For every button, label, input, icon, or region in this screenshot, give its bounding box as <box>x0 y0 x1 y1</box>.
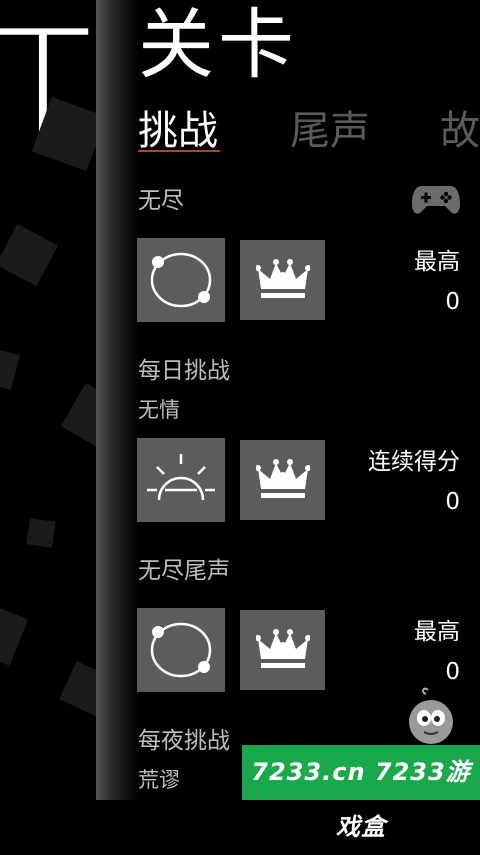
endless-epilogue-stat-value: 0 <box>445 659 460 685</box>
orbit-icon <box>150 252 212 308</box>
section-daily-sublabel: 无情 <box>138 398 180 422</box>
section-nightly-sublabel: 荒谬 <box>138 768 180 792</box>
crown-icon <box>255 259 310 298</box>
background-square <box>60 382 98 452</box>
section-endless-epilogue-label: 无尽尾声 <box>138 558 230 584</box>
background-square <box>0 223 59 287</box>
crown-icon <box>255 629 310 668</box>
tab-story[interactable]: 故 <box>440 104 480 158</box>
background-square <box>0 608 29 666</box>
active-tab-underline <box>138 150 220 152</box>
section-nightly-label: 每夜挑战 <box>138 728 230 754</box>
endless-epilogue-stat-label: 最高 <box>414 619 460 645</box>
endless-epilogue-play-button[interactable] <box>137 608 225 692</box>
endless-epilogue-leaderboard-button[interactable] <box>240 610 325 690</box>
crown-icon <box>255 459 310 498</box>
section-daily-label: 每日挑战 <box>138 358 230 384</box>
tab-challenge[interactable]: 挑战 <box>138 104 220 158</box>
background-panel: T <box>0 0 98 800</box>
tab-epilogue[interactable]: 尾声 <box>290 104 370 158</box>
section-endless-label: 无尽 <box>138 188 184 214</box>
endless-play-button[interactable] <box>137 238 225 322</box>
watermark-banner: 7233.cn 7233游戏盒 <box>242 745 480 841</box>
daily-leaderboard-button[interactable] <box>240 440 325 520</box>
background-square <box>0 345 21 391</box>
background-square <box>59 661 98 717</box>
background-square <box>26 518 56 548</box>
daily-challenge-button[interactable] <box>137 438 225 522</box>
daily-stat-label: 连续得分 <box>368 449 460 475</box>
orbit-icon <box>150 622 212 678</box>
panel-edge-shadow <box>96 0 140 800</box>
mascot-icon <box>406 686 456 746</box>
tab-label: 挑战 <box>138 108 218 154</box>
endless-stat-value: 0 <box>445 289 460 315</box>
sunrise-icon <box>147 454 215 501</box>
endless-stat-label: 最高 <box>414 249 460 275</box>
endless-leaderboard-button[interactable] <box>240 240 325 320</box>
gamepad-icon[interactable] <box>412 184 460 216</box>
page-title: 关卡 <box>138 0 298 89</box>
daily-stat-value: 0 <box>445 489 460 515</box>
